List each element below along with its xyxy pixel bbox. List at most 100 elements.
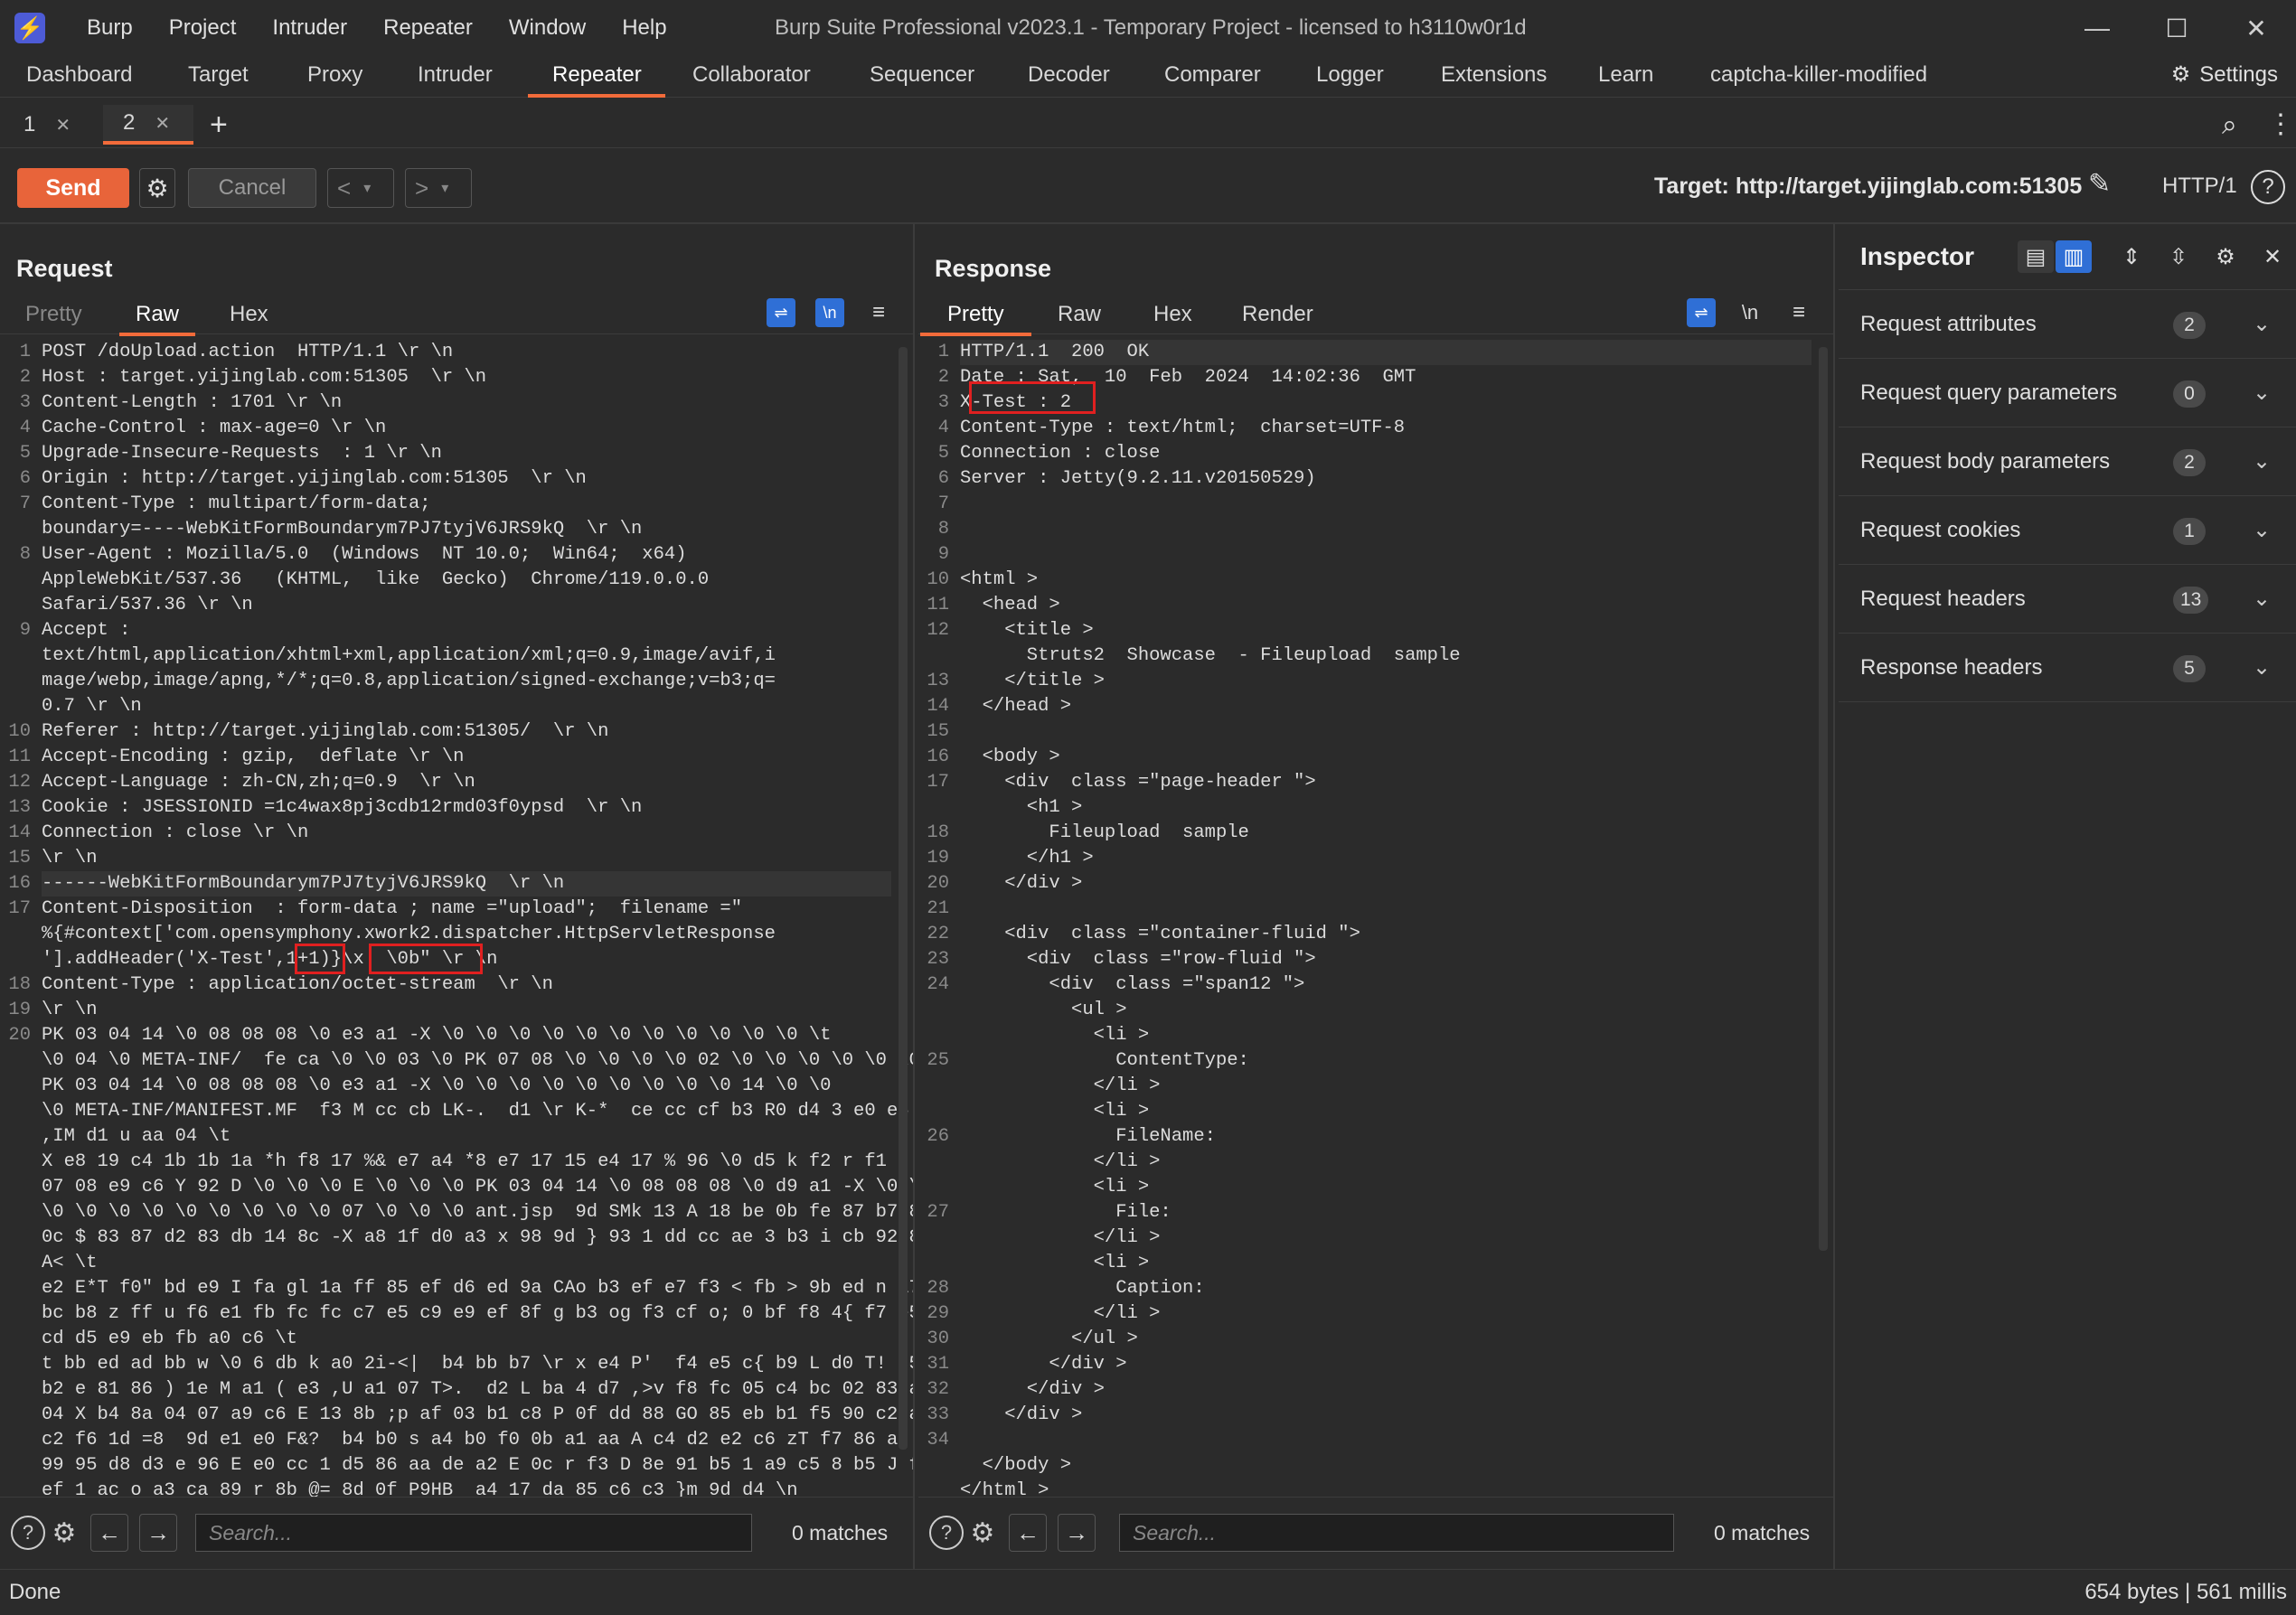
show-newlines-icon[interactable]: \n <box>815 298 844 327</box>
tab-hex[interactable]: Hex <box>230 296 268 333</box>
tab-repeater[interactable]: Repeater <box>552 56 642 94</box>
count-badge: 5 <box>2173 655 2206 682</box>
tab-raw[interactable]: Raw <box>1058 296 1101 333</box>
tab-raw[interactable]: Raw <box>119 296 196 336</box>
word-wrap-icon[interactable]: ⇌ <box>767 298 795 327</box>
tab-proxy[interactable]: Proxy <box>307 56 362 94</box>
close-icon[interactable]: ✕ <box>2254 240 2291 273</box>
collapse-all-icon[interactable]: ⇳ <box>2160 240 2197 273</box>
code-line: AppleWebKit/537.36 (KHTML, like Gecko) C… <box>42 569 710 590</box>
dropdown-caret-icon: ▾ <box>441 181 449 196</box>
repeater-tab-label: 2 <box>123 110 136 135</box>
tab-collaborator[interactable]: Collaborator <box>692 56 811 94</box>
menu-window[interactable]: Window <box>491 0 604 56</box>
tab-comparer[interactable]: Comparer <box>1164 56 1261 94</box>
request-code[interactable]: POST /doUpload.action HTTP/1.1 \r \n Host… <box>42 340 913 1497</box>
settings-label: Settings <box>2199 62 2278 87</box>
send-settings-gear-icon[interactable]: ⚙ <box>139 168 175 208</box>
repeater-tab-1[interactable]: 1 ✕ <box>4 105 94 145</box>
menu-project[interactable]: Project <box>151 0 255 56</box>
code-line: ------WebKitFormBoundarym7PJ7tyjV6JRS9kQ… <box>42 871 891 897</box>
tab-logger[interactable]: Logger <box>1316 56 1384 94</box>
code-line: </ul > <box>960 1329 1138 1349</box>
repeater-tab-2[interactable]: 2 ✕ <box>103 105 193 145</box>
menu-help[interactable]: Help <box>604 0 684 56</box>
send-button[interactable]: Send <box>17 168 129 208</box>
expand-all-icon[interactable]: ⇕ <box>2113 240 2150 273</box>
history-back-button[interactable]: < ▾ <box>327 168 394 208</box>
request-editor[interactable]: 1 2 3 4 5 6 7 8 9 10 11 12 13 14 15 16 17 18 19 20 POST /do… <box>0 340 913 1497</box>
tab-decoder[interactable]: Decoder <box>1028 56 1110 94</box>
menu-burp[interactable]: Burp <box>69 0 151 56</box>
arrow-right-icon[interactable]: → <box>1058 1514 1096 1552</box>
help-icon[interactable]: ? <box>929 1516 964 1550</box>
settings-button[interactable]: ⚙ Settings <box>2171 56 2278 94</box>
history-forward-button[interactable]: > ▾ <box>405 168 472 208</box>
menu-intruder[interactable]: Intruder <box>254 0 365 56</box>
tab-pretty[interactable]: Pretty <box>920 296 1031 336</box>
menu-icon[interactable]: ≡ <box>1784 298 1813 327</box>
chevron-down-icon: ⌄ <box>2253 518 2272 542</box>
inspector-row-query-parameters[interactable]: Request query parameters 0 ⌄ <box>1839 359 2296 427</box>
gear-icon[interactable]: ⚙ <box>2207 240 2244 273</box>
response-editor[interactable]: 1 2 3 4 5 6 7 8 9 10 11 12 13 14 15 16 17 18 19 20 21 22 23 24 2… <box>918 340 1833 1497</box>
line-number: 21 <box>927 898 949 919</box>
more-options-icon[interactable]: ⋮ <box>2267 108 2294 140</box>
count-badge: 2 <box>2173 449 2206 476</box>
line-number: 8 <box>937 519 949 540</box>
help-icon[interactable]: ? <box>2251 170 2285 204</box>
scrollbar[interactable] <box>1819 347 1828 1251</box>
code-line: Connection : close <box>960 443 1161 464</box>
arrow-right-icon[interactable]: → <box>139 1514 177 1552</box>
gear-icon[interactable]: ⚙ <box>47 1516 81 1550</box>
tab-hex[interactable]: Hex <box>1153 296 1192 333</box>
close-icon[interactable]: ✕ <box>2216 0 2296 56</box>
code-line: Content-Type : multipart/form-data; <box>42 493 431 514</box>
line-number <box>0 669 38 694</box>
http-version-toggle[interactable]: HTTP/1 <box>2162 166 2237 206</box>
tab-target[interactable]: Target <box>188 56 249 94</box>
edit-pencil-icon[interactable]: ✎ <box>2088 168 2111 200</box>
menu-icon[interactable]: ≡ <box>864 298 893 327</box>
inspector-row-request-headers[interactable]: Request headers 13 ⌄ <box>1839 565 2296 634</box>
tab-extensions[interactable]: Extensions <box>1441 56 1547 94</box>
inspector-layout-left-icon[interactable]: ▤ <box>2018 240 2054 273</box>
highlight-box-null-byte <box>369 944 483 974</box>
chevron-down-icon: ⌄ <box>2253 380 2272 405</box>
gear-icon[interactable]: ⚙ <box>965 1516 1000 1550</box>
response-search-input[interactable]: Search... <box>1119 1514 1674 1552</box>
inspector-row-request-attributes[interactable]: Request attributes 2 ⌄ <box>1839 290 2296 359</box>
line-number: 2 <box>19 367 31 388</box>
response-code[interactable]: HTTP/1.1 200 OK Date : Sat, 10 Feb 2024 1… <box>960 340 1811 1497</box>
line-number: 18 <box>8 974 31 995</box>
add-tab-icon[interactable]: + <box>210 105 228 145</box>
tab-learn[interactable]: Learn <box>1598 56 1653 94</box>
arrow-left-icon[interactable]: ← <box>90 1514 128 1552</box>
line-number <box>0 1301 38 1327</box>
minimize-icon[interactable]: — <box>2057 0 2137 56</box>
close-tab-icon[interactable]: ✕ <box>55 114 71 136</box>
close-tab-icon[interactable]: ✕ <box>155 112 170 135</box>
help-icon[interactable]: ? <box>11 1516 45 1550</box>
maximize-icon[interactable]: ☐ <box>2137 0 2216 56</box>
inspector-row-cookies[interactable]: Request cookies 1 ⌄ <box>1839 496 2296 565</box>
cancel-button[interactable]: Cancel <box>188 168 316 208</box>
menu-repeater[interactable]: Repeater <box>365 0 491 56</box>
scrollbar[interactable] <box>899 347 908 1450</box>
tab-intruder[interactable]: Intruder <box>418 56 493 94</box>
tab-dashboard[interactable]: Dashboard <box>26 56 132 94</box>
line-number <box>0 694 38 719</box>
request-search-input[interactable]: Search... <box>195 1514 752 1552</box>
inspector-row-response-headers[interactable]: Response headers 5 ⌄ <box>1839 634 2296 702</box>
inspector-row-body-parameters[interactable]: Request body parameters 2 ⌄ <box>1839 427 2296 496</box>
word-wrap-icon[interactable]: ⇌ <box>1687 298 1716 327</box>
tab-sequencer[interactable]: Sequencer <box>870 56 974 94</box>
tab-captcha-killer[interactable]: captcha-killer-modified <box>1710 56 1927 94</box>
show-newlines-icon[interactable]: \n <box>1736 298 1764 327</box>
tab-pretty[interactable]: Pretty <box>25 296 82 333</box>
line-number: 19 <box>8 1000 31 1020</box>
inspector-layout-right-icon[interactable]: ▥ <box>2056 240 2092 273</box>
arrow-left-icon[interactable]: ← <box>1009 1514 1047 1552</box>
tab-render[interactable]: Render <box>1242 296 1313 333</box>
search-icon[interactable]: ⌕ <box>2222 110 2237 141</box>
